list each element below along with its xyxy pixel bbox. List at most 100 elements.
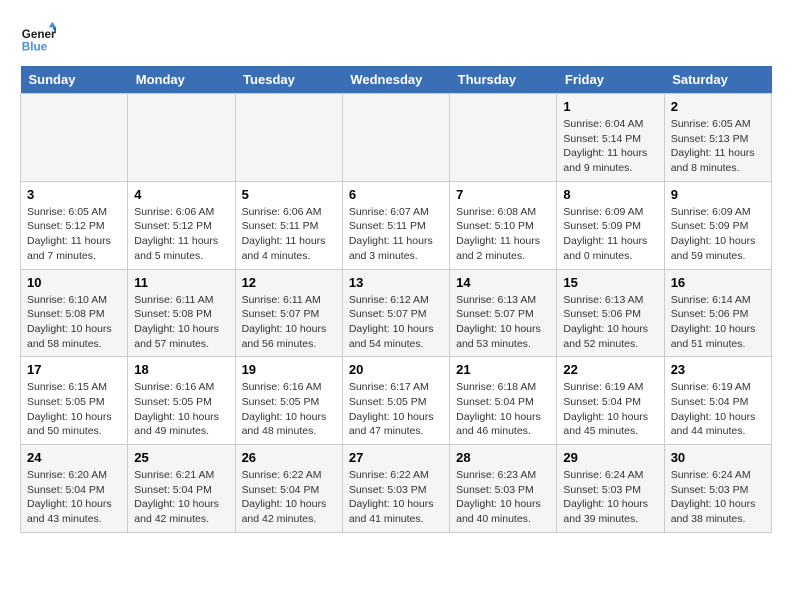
logo-icon: General Blue [20, 20, 56, 56]
day-number: 8 [563, 187, 657, 202]
day-info: Sunrise: 6:20 AM Sunset: 5:04 PM Dayligh… [27, 468, 121, 527]
logo: General Blue [20, 20, 60, 56]
calendar-day-cell: 16Sunrise: 6:14 AM Sunset: 5:06 PM Dayli… [664, 269, 771, 357]
calendar-day-cell: 23 Sunrise: 6:19 AM Sunset: 5:04 PM Dayli… [664, 357, 771, 445]
day-number: 11 [134, 275, 228, 290]
calendar-day-cell [235, 94, 342, 182]
calendar-day-cell: 25 Sunrise: 6:21 AM Sunset: 5:04 PM Dayli… [128, 445, 235, 533]
calendar-day-cell: 9 Sunrise: 6:09 AM Sunset: 5:09 PM Daylig… [664, 181, 771, 269]
calendar-day-cell: 4 Sunrise: 6:06 AM Sunset: 5:12 PM Daylig… [128, 181, 235, 269]
weekday-header: Thursday [450, 66, 557, 94]
calendar-day-cell: 6 Sunrise: 6:07 AM Sunset: 5:11 PM Daylig… [342, 181, 449, 269]
calendar-day-cell: 12 Sunrise: 6:11 AM Sunset: 5:07 PM Dayli… [235, 269, 342, 357]
calendar-day-cell: 30Sunrise: 6:24 AM Sunset: 5:03 PM Dayli… [664, 445, 771, 533]
day-info: Sunrise: 6:12 AM Sunset: 5:07 PM Dayligh… [349, 293, 443, 352]
weekday-header: Wednesday [342, 66, 449, 94]
calendar-day-cell [450, 94, 557, 182]
calendar-week-row: 1 Sunrise: 6:04 AM Sunset: 5:14 PM Daylig… [21, 94, 772, 182]
day-info: Sunrise: 6:11 AM Sunset: 5:07 PM Dayligh… [242, 293, 336, 352]
calendar-day-cell: 29Sunrise: 6:24 AM Sunset: 5:03 PM Dayli… [557, 445, 664, 533]
day-info: Sunrise: 6:19 AM Sunset: 5:04 PM Dayligh… [563, 380, 657, 439]
calendar-day-cell: 15Sunrise: 6:13 AM Sunset: 5:06 PM Dayli… [557, 269, 664, 357]
calendar-day-cell: 8 Sunrise: 6:09 AM Sunset: 5:09 PM Daylig… [557, 181, 664, 269]
day-info: Sunrise: 6:19 AM Sunset: 5:04 PM Dayligh… [671, 380, 765, 439]
day-number: 4 [134, 187, 228, 202]
day-number: 19 [242, 362, 336, 377]
day-info: Sunrise: 6:06 AM Sunset: 5:12 PM Dayligh… [134, 205, 228, 264]
day-number: 13 [349, 275, 443, 290]
day-number: 26 [242, 450, 336, 465]
day-number: 7 [456, 187, 550, 202]
calendar-day-cell: 7 Sunrise: 6:08 AM Sunset: 5:10 PM Daylig… [450, 181, 557, 269]
calendar-week-row: 3 Sunrise: 6:05 AM Sunset: 5:12 PM Daylig… [21, 181, 772, 269]
day-number: 20 [349, 362, 443, 377]
calendar-table: SundayMondayTuesdayWednesdayThursdayFrid… [20, 66, 772, 533]
calendar-day-cell: 20 Sunrise: 6:17 AM Sunset: 5:05 PM Dayli… [342, 357, 449, 445]
svg-text:Blue: Blue [22, 41, 48, 54]
day-number: 14 [456, 275, 550, 290]
calendar-day-cell: 24 Sunrise: 6:20 AM Sunset: 5:04 PM Dayli… [21, 445, 128, 533]
calendar-day-cell: 18Sunrise: 6:16 AM Sunset: 5:05 PM Dayli… [128, 357, 235, 445]
calendar-day-cell [128, 94, 235, 182]
day-info: Sunrise: 6:18 AM Sunset: 5:04 PM Dayligh… [456, 380, 550, 439]
day-info: Sunrise: 6:15 AM Sunset: 5:05 PM Dayligh… [27, 380, 121, 439]
weekday-header: Friday [557, 66, 664, 94]
day-number: 18 [134, 362, 228, 377]
day-info: Sunrise: 6:10 AM Sunset: 5:08 PM Dayligh… [27, 293, 121, 352]
weekday-header: Monday [128, 66, 235, 94]
day-number: 24 [27, 450, 121, 465]
day-info: Sunrise: 6:14 AM Sunset: 5:06 PM Dayligh… [671, 293, 765, 352]
calendar-day-cell: 19 Sunrise: 6:16 AM Sunset: 5:05 PM Dayli… [235, 357, 342, 445]
day-info: Sunrise: 6:09 AM Sunset: 5:09 PM Dayligh… [671, 205, 765, 264]
day-number: 5 [242, 187, 336, 202]
calendar-day-cell: 1 Sunrise: 6:04 AM Sunset: 5:14 PM Daylig… [557, 94, 664, 182]
day-info: Sunrise: 6:23 AM Sunset: 5:03 PM Dayligh… [456, 468, 550, 527]
calendar-day-cell: 2Sunrise: 6:05 AM Sunset: 5:13 PM Daylig… [664, 94, 771, 182]
day-info: Sunrise: 6:11 AM Sunset: 5:08 PM Dayligh… [134, 293, 228, 352]
day-number: 10 [27, 275, 121, 290]
day-info: Sunrise: 6:22 AM Sunset: 5:03 PM Dayligh… [349, 468, 443, 527]
day-number: 17 [27, 362, 121, 377]
day-info: Sunrise: 6:07 AM Sunset: 5:11 PM Dayligh… [349, 205, 443, 264]
calendar-day-cell: 17 Sunrise: 6:15 AM Sunset: 5:05 PM Dayli… [21, 357, 128, 445]
calendar-day-cell: 14Sunrise: 6:13 AM Sunset: 5:07 PM Dayli… [450, 269, 557, 357]
day-info: Sunrise: 6:05 AM Sunset: 5:13 PM Dayligh… [671, 117, 765, 176]
day-info: Sunrise: 6:05 AM Sunset: 5:12 PM Dayligh… [27, 205, 121, 264]
day-info: Sunrise: 6:24 AM Sunset: 5:03 PM Dayligh… [671, 468, 765, 527]
calendar-week-row: 24 Sunrise: 6:20 AM Sunset: 5:04 PM Dayli… [21, 445, 772, 533]
calendar-week-row: 17 Sunrise: 6:15 AM Sunset: 5:05 PM Dayli… [21, 357, 772, 445]
weekday-header-row: SundayMondayTuesdayWednesdayThursdayFrid… [21, 66, 772, 94]
day-number: 3 [27, 187, 121, 202]
calendar-day-cell: 5 Sunrise: 6:06 AM Sunset: 5:11 PM Daylig… [235, 181, 342, 269]
day-info: Sunrise: 6:13 AM Sunset: 5:06 PM Dayligh… [563, 293, 657, 352]
day-info: Sunrise: 6:16 AM Sunset: 5:05 PM Dayligh… [242, 380, 336, 439]
weekday-header: Tuesday [235, 66, 342, 94]
day-info: Sunrise: 6:06 AM Sunset: 5:11 PM Dayligh… [242, 205, 336, 264]
day-info: Sunrise: 6:04 AM Sunset: 5:14 PM Dayligh… [563, 117, 657, 176]
header: General Blue [20, 20, 772, 56]
day-number: 23 [671, 362, 765, 377]
day-number: 28 [456, 450, 550, 465]
svg-text:General: General [22, 28, 56, 41]
calendar-day-cell: 11 Sunrise: 6:11 AM Sunset: 5:08 PM Dayli… [128, 269, 235, 357]
day-info: Sunrise: 6:09 AM Sunset: 5:09 PM Dayligh… [563, 205, 657, 264]
calendar-day-cell: 26 Sunrise: 6:22 AM Sunset: 5:04 PM Dayli… [235, 445, 342, 533]
day-number: 6 [349, 187, 443, 202]
calendar-day-cell: 10 Sunrise: 6:10 AM Sunset: 5:08 PM Dayli… [21, 269, 128, 357]
day-number: 9 [671, 187, 765, 202]
calendar-week-row: 10 Sunrise: 6:10 AM Sunset: 5:08 PM Dayli… [21, 269, 772, 357]
calendar-day-cell: 21 Sunrise: 6:18 AM Sunset: 5:04 PM Dayli… [450, 357, 557, 445]
day-info: Sunrise: 6:24 AM Sunset: 5:03 PM Dayligh… [563, 468, 657, 527]
day-info: Sunrise: 6:08 AM Sunset: 5:10 PM Dayligh… [456, 205, 550, 264]
day-info: Sunrise: 6:21 AM Sunset: 5:04 PM Dayligh… [134, 468, 228, 527]
day-info: Sunrise: 6:22 AM Sunset: 5:04 PM Dayligh… [242, 468, 336, 527]
weekday-header: Sunday [21, 66, 128, 94]
day-number: 21 [456, 362, 550, 377]
day-info: Sunrise: 6:17 AM Sunset: 5:05 PM Dayligh… [349, 380, 443, 439]
day-number: 1 [563, 99, 657, 114]
day-number: 27 [349, 450, 443, 465]
day-number: 12 [242, 275, 336, 290]
calendar-day-cell: 22Sunrise: 6:19 AM Sunset: 5:04 PM Dayli… [557, 357, 664, 445]
day-number: 25 [134, 450, 228, 465]
calendar-day-cell: 13 Sunrise: 6:12 AM Sunset: 5:07 PM Dayli… [342, 269, 449, 357]
